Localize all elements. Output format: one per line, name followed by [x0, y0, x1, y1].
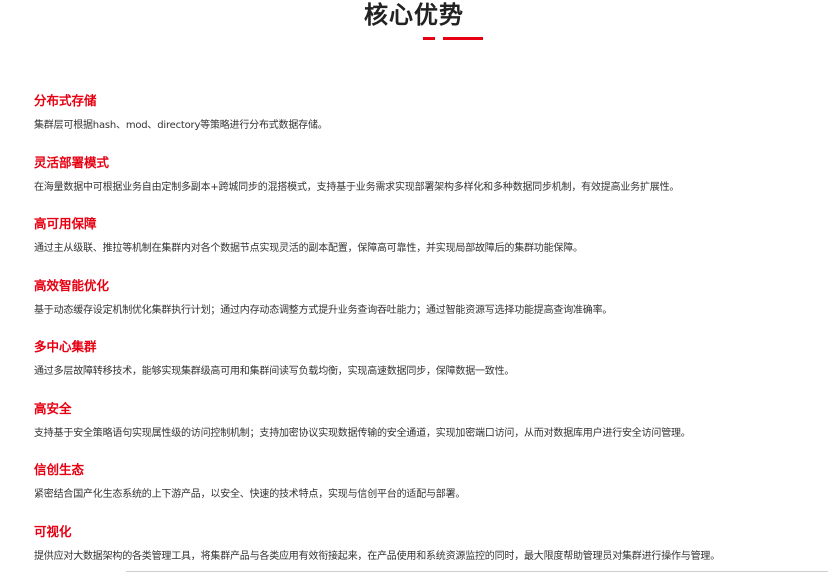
advantage-description: 在海量数据中可根据业务自由定制多副本+跨城同步的混搭模式，支持基于业务需求实现部…	[34, 181, 680, 193]
advantage-description: 紧密结合国产化生态系统的上下游产品，以安全、快速的技术特点，实现与信创平台的适配…	[34, 489, 466, 500]
advantage-item-xinchuang-ecosystem: 信创生态 紧密结合国产化生态系统的上下游产品，以安全、快速的技术特点，实现与信创…	[34, 462, 814, 524]
advantage-title: 高安全	[34, 400, 72, 416]
advantage-item-high-security: 高安全 支持基于安全策略语句实现属性级的访问控制机制；支持加密协议实现数据传输的…	[34, 401, 814, 463]
advantage-description: 提供应对大数据架构的各类管理工具，将集群产品与各类应用有效衔接起来，在产品使用和…	[34, 550, 720, 562]
advantage-title: 高效智能优化	[34, 277, 110, 293]
advantages-list: 分布式存储 集群层可根据hash、mod、directory等策略进行分布式数据…	[34, 93, 814, 573]
advantage-title: 信创生态	[34, 462, 85, 477]
core-advantages-section: 核心优势 分布式存储 集群层可根据hash、mod、directory等策略进行…	[0, 0, 828, 573]
advantage-item-high-availability: 高可用保障 通过主从级联、推拉等机制在集群内对各个数据节点实现灵活的副本配置，保…	[34, 216, 814, 278]
underline-long-segment	[443, 37, 483, 40]
advantage-title: 灵活部署模式	[34, 154, 110, 170]
advantage-title: 多中心集群	[34, 339, 97, 354]
advantage-item-distributed-storage: 分布式存储 集群层可根据hash、mod、directory等策略进行分布式数据…	[34, 93, 814, 155]
advantage-description: 支持基于安全策略语句实现属性级的访问控制机制；支持加密协议实现数据传输的安全通道…	[34, 427, 691, 439]
advantage-item-visualization: 可视化 提供应对大数据架构的各类管理工具，将集群产品与各类应用有效衔接起来，在产…	[34, 524, 814, 573]
advantage-description: 通过主从级联、推拉等机制在集群内对各个数据节点实现灵活的副本配置，保障高可靠性，…	[34, 243, 583, 254]
title-underline-decoration	[423, 37, 483, 40]
advantage-title: 可视化	[34, 523, 72, 539]
advantage-item-flexible-deployment: 灵活部署模式 在海量数据中可根据业务自由定制多副本+跨城同步的混搭模式，支持基于…	[34, 155, 814, 217]
advantage-title: 高可用保障	[34, 216, 97, 231]
advantage-description: 通过多层故障转移技术，能够实现集群级高可用和集群间读写负载均衡，实现高速数据同步…	[34, 366, 515, 377]
advantage-description: 基于动态缓存设定机制优化集群执行计划；通过内存动态调整方式提升业务查询吞吐能力；…	[34, 304, 613, 316]
advantage-title: 分布式存储	[34, 93, 97, 108]
section-title: 核心优势	[364, 1, 464, 29]
bottom-divider	[126, 571, 828, 572]
advantage-item-multi-center-cluster: 多中心集群 通过多层故障转移技术，能够实现集群级高可用和集群间读写负载均衡，实现…	[34, 339, 814, 401]
advantage-description: 集群层可根据hash、mod、directory等策略进行分布式数据存储。	[34, 120, 328, 131]
advantage-item-smart-optimization: 高效智能优化 基于动态缓存设定机制优化集群执行计划；通过内存动态调整方式提升业务…	[34, 278, 814, 340]
underline-short-segment	[423, 37, 435, 40]
